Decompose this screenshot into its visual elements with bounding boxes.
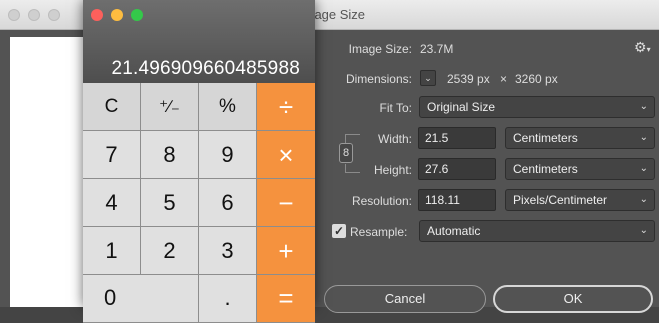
dimensions-separator: × (500, 72, 508, 86)
ok-button[interactable]: OK (493, 285, 653, 313)
zoom-button[interactable] (131, 9, 143, 21)
digit-8-key[interactable]: 8 (141, 131, 199, 179)
dimensions-label: Dimensions: (345, 72, 412, 86)
width-unit-select[interactable]: Centimeters ⌄ (505, 127, 655, 149)
minimize-button[interactable] (111, 9, 123, 21)
calculator-display: 21.496909660485988 (111, 58, 300, 79)
dimensions-width: 2539 px (447, 72, 490, 86)
digit-3-key[interactable]: 3 (199, 227, 257, 275)
divide-key[interactable]: ÷ (257, 83, 315, 131)
clear-key[interactable]: C (83, 83, 141, 131)
height-unit-select[interactable]: Centimeters ⌄ (505, 158, 655, 180)
equals-key[interactable]: = (257, 275, 315, 323)
dimensions-unit-dropdown[interactable]: ⌄ (420, 70, 436, 86)
digit-4-key[interactable]: 4 (83, 179, 141, 227)
constrain-proportions-chain-icon[interactable]: 8 (339, 143, 353, 163)
dimensions-height: 3260 px (515, 72, 558, 86)
close-button[interactable] (91, 9, 103, 21)
resample-select[interactable]: Automatic ⌄ (419, 220, 655, 242)
multiply-key[interactable]: × (257, 131, 315, 179)
width-label: Width: (377, 132, 412, 146)
resample-label: Resample: (350, 225, 408, 239)
minus-key[interactable]: − (257, 179, 315, 227)
digit-5-key[interactable]: 5 (141, 179, 199, 227)
chevron-down-icon: ⌄ (424, 73, 432, 83)
digit-6-key[interactable]: 6 (199, 179, 257, 227)
chevron-down-icon: ⌄ (639, 101, 648, 112)
image-size-value: 23.7M (420, 42, 454, 56)
chevron-down-icon: ⌄ (639, 225, 648, 236)
decimal-key[interactable]: . (199, 275, 257, 323)
sign-toggle-key[interactable]: ⁺∕₋ (141, 83, 199, 131)
height-input[interactable]: 27.6 (418, 158, 496, 180)
resolution-input[interactable]: 118.11 (418, 189, 496, 211)
plus-key[interactable]: + (257, 227, 315, 275)
close-button[interactable] (8, 9, 20, 21)
digit-9-key[interactable]: 9 (199, 131, 257, 179)
digit-7-key[interactable]: 7 (83, 131, 141, 179)
image-size-label: Image Size: (348, 42, 412, 56)
calculator-window: 21.496909660485988 C ⁺∕₋ % ÷ 7 8 9 × 4 5… (83, 0, 315, 323)
digit-2-key[interactable]: 2 (141, 227, 199, 275)
chevron-down-icon: ⌄ (639, 163, 648, 174)
gear-icon[interactable]: ⚙▾ (634, 39, 651, 56)
calculator-display-area: 21.496909660485988 (83, 0, 315, 83)
resolution-unit-value: Pixels/Centimeter (513, 193, 608, 207)
resolution-unit-select[interactable]: Pixels/Centimeter ⌄ (505, 189, 655, 211)
checkmark-icon: ✓ (333, 224, 345, 238)
height-unit-value: Centimeters (513, 162, 578, 176)
image-preview (10, 37, 85, 307)
chevron-down-icon: ⌄ (639, 194, 648, 205)
height-label: Height: (373, 163, 412, 177)
chevron-down-icon: ⌄ (639, 132, 648, 143)
width-unit-value: Centimeters (513, 131, 578, 145)
fit-to-label: Fit To: (379, 101, 412, 115)
fit-to-value: Original Size (427, 100, 496, 114)
fit-to-select[interactable]: Original Size ⌄ (419, 96, 655, 118)
minimize-button[interactable] (28, 9, 40, 21)
zoom-button[interactable] (48, 9, 60, 21)
resample-value: Automatic (427, 224, 481, 238)
width-input[interactable]: 21.5 (418, 127, 496, 149)
cancel-button[interactable]: Cancel (324, 285, 486, 313)
digit-0-key[interactable]: 0 (83, 275, 199, 323)
digit-1-key[interactable]: 1 (83, 227, 141, 275)
resample-checkbox[interactable]: ✓ (332, 224, 346, 238)
percent-key[interactable]: % (199, 83, 257, 131)
resolution-label: Resolution: (351, 194, 412, 208)
